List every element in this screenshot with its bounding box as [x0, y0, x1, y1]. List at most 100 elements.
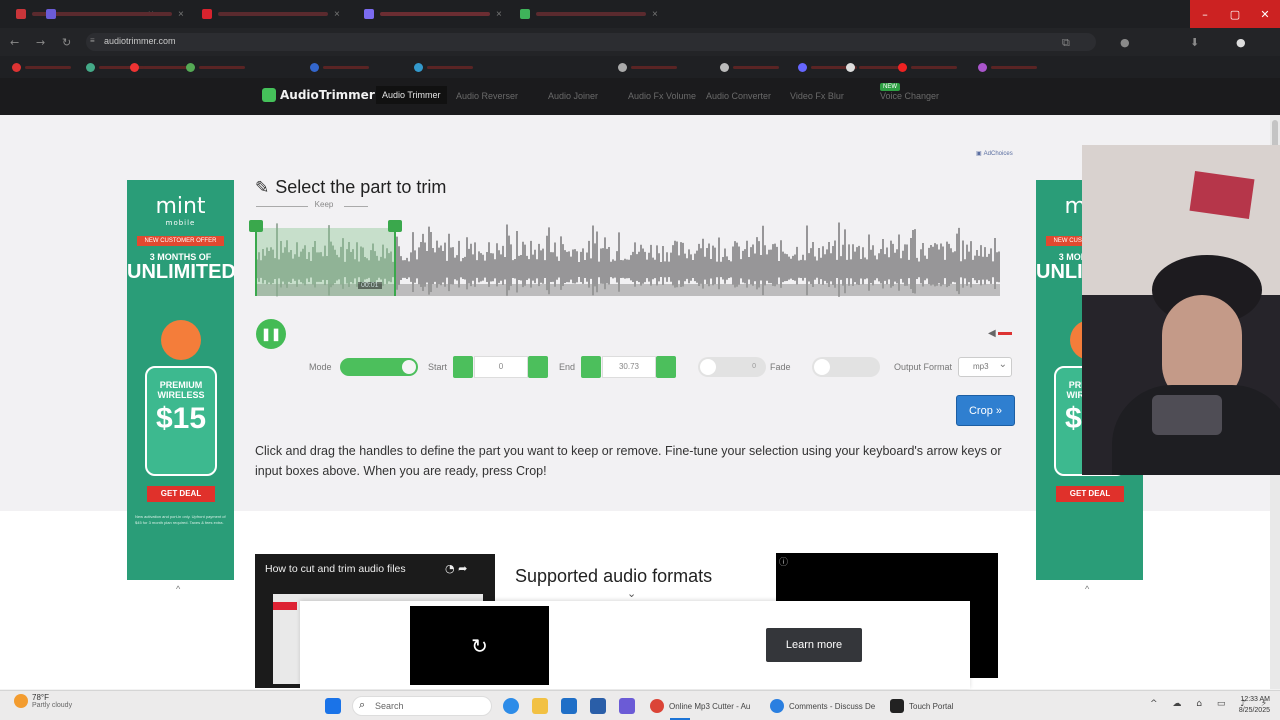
download-icon[interactable]: ⬇ [1190, 36, 1199, 49]
bookmarks-bar [0, 56, 1280, 78]
start-label: Start [428, 362, 448, 372]
fade-in-toggle[interactable]: 0 [698, 357, 766, 377]
share-icon[interactable]: ◔ ➦ [445, 562, 467, 575]
sticky-overlay-ad[interactable]: ↻ Learn more [300, 601, 970, 689]
taskbar-app-touch-portal[interactable]: Touch Portal [890, 696, 953, 716]
edit-icon: ✎ [255, 177, 270, 198]
nav-audio-trimmer[interactable]: Audio Trimmer [376, 86, 447, 104]
bookmark-item[interactable] [130, 62, 189, 72]
browser-tab-active[interactable]: × [364, 5, 502, 23]
close-button[interactable]: ✕ [1250, 0, 1280, 28]
nav-audio-converter[interactable]: Audio Converter [706, 91, 771, 101]
back-icon[interactable]: ← [10, 36, 19, 49]
start-increment-button[interactable] [528, 356, 548, 378]
end-increment-button[interactable] [656, 356, 676, 378]
ad-fine-print: New activation and port-in only. Upfront… [135, 514, 226, 525]
site-navigation: AudioTrimmer Audio Trimmer Audio Reverse… [0, 78, 1280, 115]
site-logo[interactable]: AudioTrimmer [262, 88, 375, 102]
install-icon[interactable]: ⧉ [1062, 36, 1070, 50]
bookmark-item[interactable] [978, 62, 1037, 72]
ad-cta-button[interactable]: GET DEAL [147, 486, 215, 502]
logo-text: AudioTrimmer [280, 88, 375, 102]
store-icon[interactable] [590, 698, 606, 714]
touch-portal-icon [890, 699, 904, 713]
clock[interactable]: 12:33 AM 8/25/2025 [1226, 694, 1270, 716]
end-input[interactable]: 30.73 [602, 356, 656, 378]
playhead-time: 00:01 [358, 282, 382, 289]
browser-tab[interactable]: × [46, 5, 184, 23]
new-badge: NEW [880, 83, 900, 91]
ad-brand: mint mobile [155, 194, 206, 227]
teams-icon[interactable] [619, 698, 635, 714]
end-handle[interactable] [388, 220, 402, 296]
fade-out-toggle[interactable] [812, 357, 880, 377]
nav-audio-fx-volume[interactable]: Audio Fx Volume [628, 91, 696, 101]
weather-temp: 78°F [32, 693, 49, 702]
ad-tag: NEW CUSTOMER OFFER [137, 236, 224, 246]
end-label: End [559, 362, 576, 372]
taskbar-search[interactable]: Search [352, 696, 492, 716]
weather-icon [14, 694, 28, 708]
nav-voice-changer[interactable]: Voice Changer [880, 91, 939, 101]
profile-avatar-icon[interactable]: ● [1236, 36, 1246, 49]
chevron-up-icon[interactable]: ^ [1085, 584, 1089, 594]
pause-button[interactable]: ❚❚ [256, 319, 286, 349]
file-explorer-icon[interactable] [532, 698, 548, 714]
adchoices-icon: ▣ [976, 151, 982, 157]
volume-control[interactable]: ◀ [988, 328, 1012, 339]
forward-icon[interactable]: → [36, 36, 45, 49]
fade-out-label: Fade [770, 362, 791, 372]
end-decrement-button[interactable] [581, 356, 601, 378]
crop-button[interactable]: Crop » [956, 395, 1015, 426]
chevron-down-icon[interactable]: ⌄ [627, 587, 636, 600]
ad-cta-button[interactable]: GET DEAL [1056, 486, 1124, 502]
weather-widget[interactable]: 78°F Partly cloudy [14, 693, 72, 709]
nav-audio-reverser[interactable]: Audio Reverser [456, 91, 518, 101]
start-decrement-button[interactable] [453, 356, 473, 378]
bookmark-item[interactable] [720, 62, 779, 72]
start-input[interactable]: 0 [474, 356, 528, 378]
bookmark-item[interactable] [618, 62, 677, 72]
extension-icon[interactable]: ● [1120, 36, 1130, 49]
site-info-icon[interactable]: ≡ [90, 36, 95, 45]
taskbar-app-chrome[interactable]: Online Mp3 Cutter - Au [650, 696, 750, 720]
help-text: Click and drag the handles to define the… [255, 444, 1002, 478]
adchoices-label[interactable]: ▣ AdChoices [976, 150, 1013, 158]
bookmark-item[interactable] [898, 62, 957, 72]
url-text: audiotrimmer.com [104, 36, 176, 46]
reload-icon[interactable]: ↻ [62, 36, 71, 49]
bookmark-item[interactable] [414, 62, 473, 72]
taskbar-app-comments[interactable]: Comments - Discuss De [770, 696, 875, 716]
outlook-icon[interactable] [561, 698, 577, 714]
mode-label: Mode [309, 362, 332, 372]
start-handle[interactable] [249, 220, 263, 296]
start-icon[interactable] [325, 698, 341, 714]
bookmark-item[interactable] [12, 62, 71, 72]
replay-icon[interactable]: ↻ [410, 606, 549, 685]
ad-headline: 3 MONTHS OFUNLIMITED [127, 252, 234, 283]
browser-tab[interactable]: × [202, 5, 340, 23]
nav-audio-joiner[interactable]: Audio Joiner [548, 91, 598, 101]
edge-icon[interactable] [503, 698, 519, 714]
minimize-button[interactable]: – [1190, 0, 1220, 28]
webcam-overlay [1082, 145, 1280, 475]
output-format-select[interactable]: mp3 [958, 356, 1012, 377]
info-icon[interactable]: ⓘ [779, 555, 788, 568]
bookmark-item[interactable] [186, 62, 245, 72]
mode-toggle[interactable] [340, 358, 418, 376]
learn-more-button[interactable]: Learn more [766, 628, 862, 662]
bookmark-item[interactable] [310, 62, 369, 72]
app-icon [770, 699, 784, 713]
clock-date: 8/25/2025 [1238, 707, 1270, 714]
chevron-up-icon[interactable]: ^ [176, 584, 180, 594]
output-format-label: Output Format [894, 362, 953, 372]
url-field[interactable]: ≡ audiotrimmer.com [86, 33, 1096, 51]
left-ad-banner[interactable]: mint mobile NEW CUSTOMER OFFER 3 MONTHS O… [127, 180, 234, 580]
address-bar-row: ← → ↻ ≡ audiotrimmer.com ⧉ ● ⬇ ● [0, 28, 1280, 56]
bookmark-item[interactable] [846, 62, 905, 72]
browser-tab[interactable]: × [520, 5, 658, 23]
maximize-button[interactable]: ▢ [1220, 0, 1250, 28]
supported-formats-heading: Supported audio formats [515, 566, 713, 586]
clock-time: 12:33 AM [1240, 696, 1270, 703]
nav-video-fx-blur[interactable]: Video Fx Blur [790, 91, 844, 101]
